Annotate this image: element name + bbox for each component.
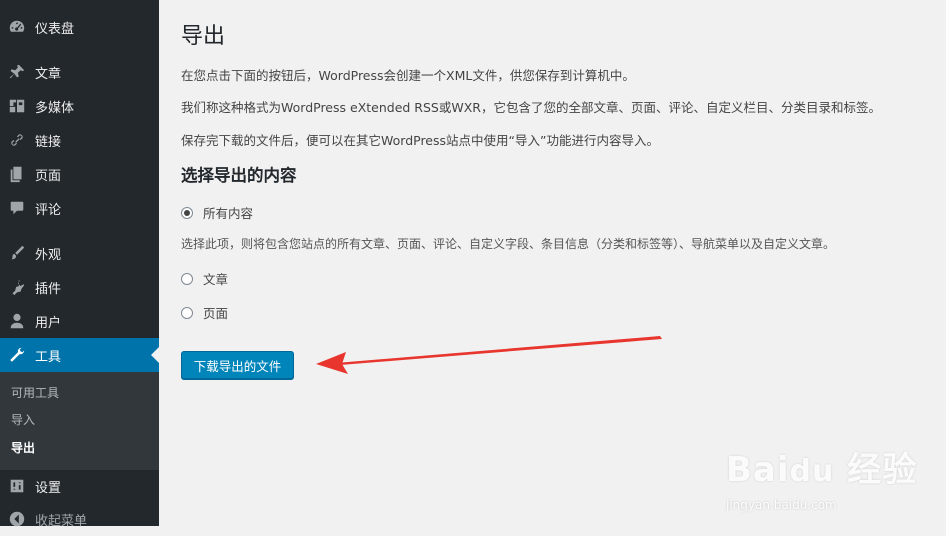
dashboard-icon <box>7 17 27 37</box>
sidebar-item-label: 页面 <box>35 168 62 184</box>
all-content-description: 选择此项，则将包含您站点的所有文章、页面、评论、自定义字段、条目信息（分类和标签… <box>181 237 836 251</box>
sidebar-item-comments[interactable]: 评论 <box>0 191 159 225</box>
annotation-arrow <box>316 336 662 374</box>
sidebar-item-media[interactable]: 多媒体 <box>0 89 159 123</box>
baidu-watermark: Baidu 经验 jingyan.baidu.com <box>726 422 941 522</box>
sidebar-item-plugins[interactable]: 插件 <box>0 270 159 304</box>
sidebar-item-label: 评论 <box>35 202 62 218</box>
submenu-item-import[interactable]: 导入 <box>11 410 35 430</box>
option-all-content[interactable]: 所有内容 <box>181 203 253 222</box>
download-export-button[interactable]: 下载导出的文件 <box>181 351 294 379</box>
sidebar-item-label: 设置 <box>35 480 62 496</box>
page-title: 导出 <box>181 24 226 49</box>
link-icon <box>7 130 27 150</box>
format-paragraph: 我们称这种格式为WordPress eXtended RSS或WXR，它包含了您… <box>181 100 881 115</box>
sidebar-item-label: 外观 <box>35 247 62 263</box>
import-paragraph: 保存完下载的文件后，便可以在其它WordPress站点中使用“导入”功能进行内容… <box>181 133 659 148</box>
intro-paragraph: 在您点击下面的按钮后，WordPress会创建一个XML文件，供您保存到计算机中… <box>181 68 635 83</box>
option-posts[interactable]: 文章 <box>181 269 228 288</box>
settings-icon <box>7 476 27 496</box>
sidebar-item-collapse[interactable]: 收起菜单 <box>0 502 159 536</box>
brush-icon <box>7 243 27 263</box>
option-pages[interactable]: 页面 <box>181 303 228 322</box>
sidebar-item-links[interactable]: 链接 <box>0 123 159 157</box>
submenu-item-export[interactable]: 导出 <box>11 438 35 458</box>
option-label: 所有内容 <box>203 206 254 221</box>
admin-sidebar: 仪表盘 文章 多媒体 链接 页面 评论 外观 插件 用户 工具 可用工具 导入 … <box>0 0 159 529</box>
radio-pages[interactable] <box>181 306 193 319</box>
sidebar-item-pages[interactable]: 页面 <box>0 157 159 191</box>
sidebar-item-dashboard[interactable]: 仪表盘 <box>0 10 159 44</box>
pages-icon <box>7 164 27 184</box>
sidebar-item-label: 链接 <box>35 134 62 150</box>
wrench-icon <box>7 345 27 365</box>
plugin-icon <box>7 277 27 297</box>
sidebar-item-label: 插件 <box>35 281 62 297</box>
sidebar-item-users[interactable]: 用户 <box>0 304 159 338</box>
sidebar-item-label: 仪表盘 <box>35 21 75 37</box>
sidebar-item-tools[interactable]: 工具 <box>0 338 159 372</box>
option-label: 文章 <box>203 272 229 287</box>
watermark-url: jingyan.baidu.com <box>726 498 837 512</box>
submenu-item-available-tools[interactable]: 可用工具 <box>11 383 59 403</box>
comment-icon <box>7 198 27 218</box>
collapse-icon <box>7 509 27 529</box>
media-icon <box>7 96 27 116</box>
sidebar-item-label: 工具 <box>35 349 62 365</box>
sidebar-item-label: 用户 <box>35 315 62 331</box>
sidebar-item-label: 多媒体 <box>35 100 75 116</box>
sidebar-item-label: 文章 <box>35 66 62 82</box>
sidebar-item-posts[interactable]: 文章 <box>0 55 159 89</box>
sidebar-item-appearance[interactable]: 外观 <box>0 236 159 270</box>
radio-posts[interactable] <box>181 272 193 285</box>
active-menu-arrow <box>151 347 159 363</box>
option-label: 页面 <box>203 306 229 321</box>
watermark-brand: Baidu 经验 <box>726 450 918 490</box>
sidebar-item-settings[interactable]: 设置 <box>0 469 159 503</box>
radio-all-content[interactable] <box>181 206 193 219</box>
section-title: 选择导出的内容 <box>181 166 297 185</box>
tools-submenu: 可用工具 导入 导出 <box>0 372 159 470</box>
pin-icon <box>7 62 27 82</box>
user-icon <box>7 311 27 331</box>
